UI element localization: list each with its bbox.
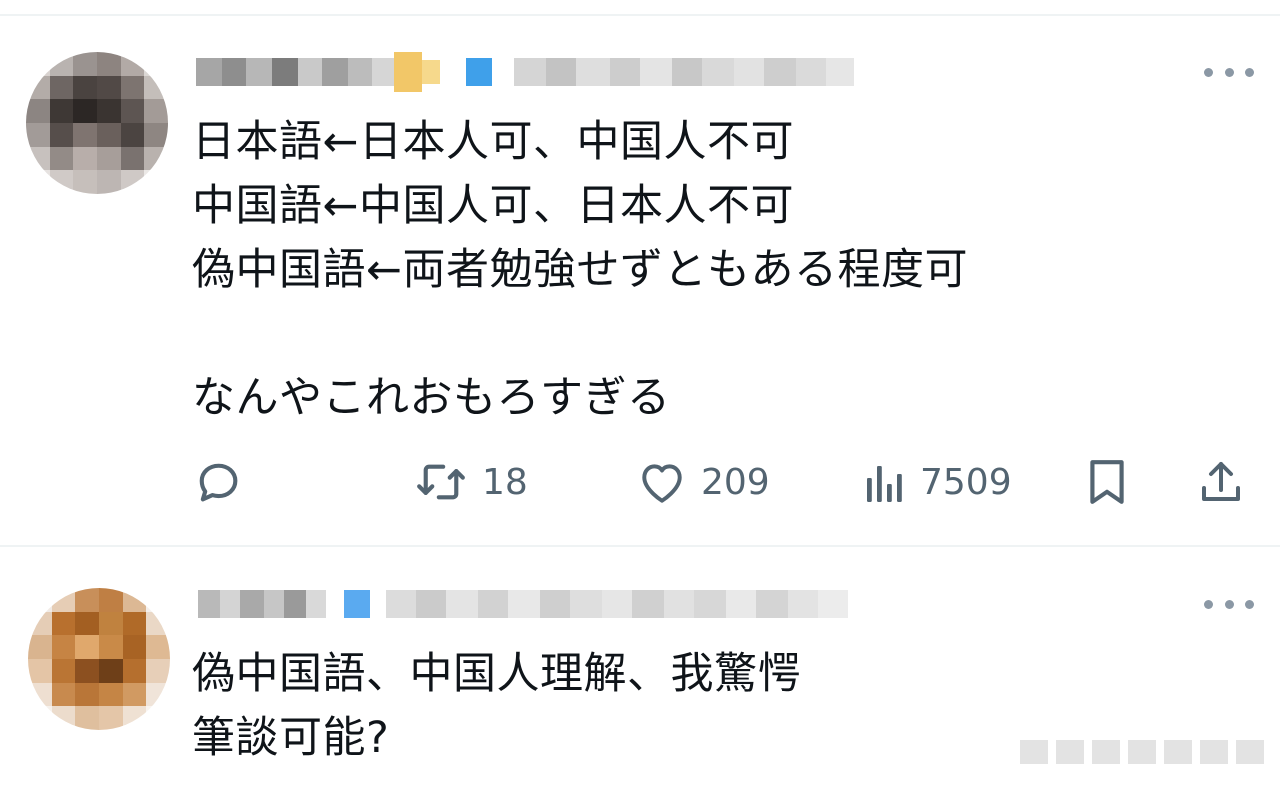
watermark-pixelated — [1020, 740, 1264, 764]
tweet-text-line: 偽中国語、中国人理解、我驚愕 — [192, 649, 801, 699]
tweet-text-line: なんやこれおもろすぎる — [192, 373, 671, 423]
more-options-icon[interactable] — [1204, 594, 1254, 614]
like-button[interactable]: 209 — [637, 452, 770, 512]
views-chart-icon — [867, 466, 902, 502]
share-icon — [1202, 462, 1240, 501]
tweet-text-line: 日本語←日本人可、中国人不可 — [192, 117, 795, 167]
views-button[interactable]: 7509 — [864, 452, 1012, 512]
retweet-icon — [417, 464, 465, 500]
avatar-pixelated[interactable] — [26, 52, 168, 194]
verified-badge-icon — [466, 58, 492, 86]
tweet-text-line: 筆談可能? — [192, 713, 390, 763]
username-pixelated[interactable] — [196, 50, 854, 94]
verified-badge-icon — [344, 590, 370, 618]
like-count: 209 — [701, 461, 770, 503]
tweet-text-line: 中国語←中国人可、日本人不可 — [192, 181, 795, 231]
top-divider — [0, 14, 1280, 16]
heart-icon — [642, 464, 682, 503]
avatar-pixelated[interactable] — [28, 588, 170, 730]
share-button[interactable] — [1198, 452, 1244, 512]
tweet-text-line: 偽中国語←両者勉強せずともある程度可 — [192, 245, 969, 295]
views-count: 7509 — [920, 461, 1012, 503]
reply-bubble-icon — [199, 463, 238, 502]
reply-button[interactable] — [192, 452, 244, 512]
more-options-icon[interactable] — [1204, 62, 1254, 82]
bookmark-icon — [1090, 460, 1124, 504]
retweet-button[interactable]: 18 — [414, 452, 528, 512]
retweet-count: 18 — [482, 461, 528, 503]
emoji-pixelated — [394, 52, 422, 92]
tweet-divider — [0, 545, 1280, 547]
bookmark-button[interactable] — [1086, 452, 1128, 512]
username-pixelated[interactable] — [198, 582, 848, 626]
